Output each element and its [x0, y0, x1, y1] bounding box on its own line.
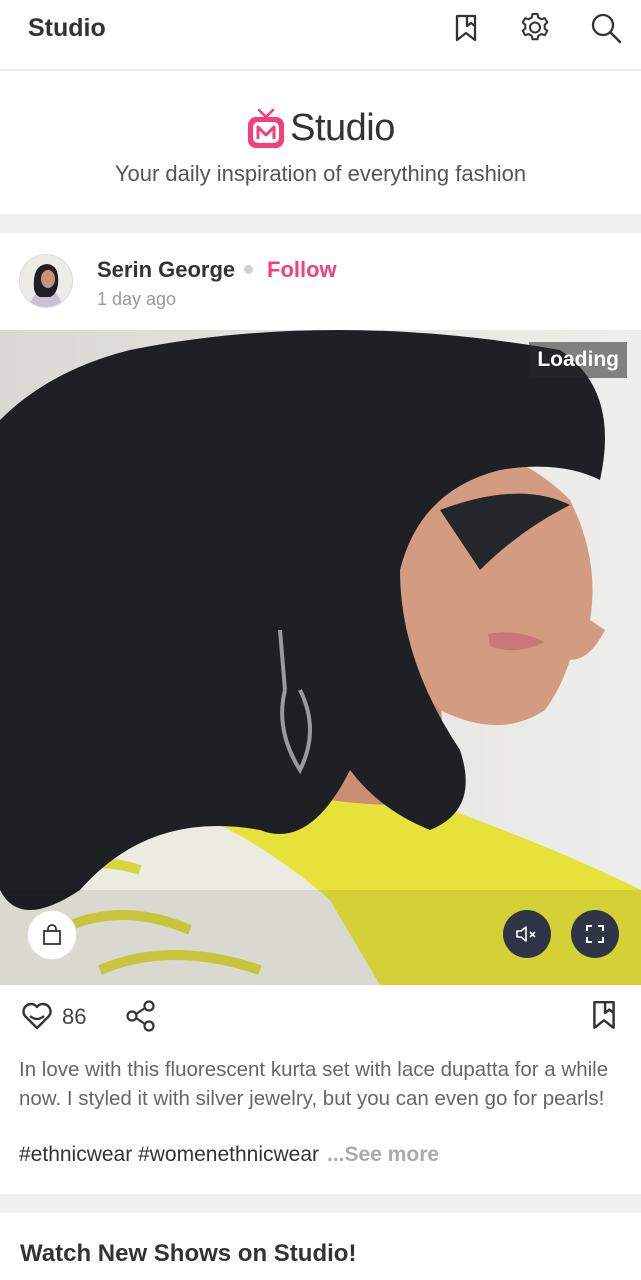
- like-icon[interactable]: [20, 1001, 54, 1036]
- post-caption: In love with this fluorescent kurta set …: [19, 1058, 609, 1110]
- video-frame-image: [0, 330, 641, 985]
- loading-label: Loading: [529, 342, 627, 378]
- post-actions: 86: [0, 985, 641, 1045]
- bookmark-icon[interactable]: [448, 10, 484, 46]
- follow-button[interactable]: Follow: [267, 257, 337, 283]
- share-icon[interactable]: [124, 999, 158, 1038]
- mute-button[interactable]: [503, 910, 551, 958]
- search-icon[interactable]: [588, 10, 624, 46]
- section-divider: [0, 214, 641, 233]
- like-count: 86: [62, 1004, 87, 1029]
- avatar[interactable]: [19, 254, 73, 308]
- video-player[interactable]: Loading: [0, 330, 641, 985]
- post-header: Serin George Follow 1 day ago: [0, 233, 641, 330]
- see-more-link[interactable]: ...See more: [327, 1143, 439, 1166]
- logo-text: Studio: [290, 107, 395, 149]
- shopping-bag-icon: [43, 924, 61, 945]
- post-hashtags: #ethnicwear #womenethnicwear ...See more: [19, 1143, 439, 1167]
- separator-dot: [244, 265, 253, 274]
- studio-logo: Studio: [0, 107, 641, 150]
- section-divider: [0, 1194, 641, 1213]
- studio-brand-header: Studio Your daily inspiration of everyth…: [0, 73, 641, 214]
- app-title: Studio: [28, 14, 106, 42]
- speaker-muted-icon: [516, 926, 536, 942]
- shop-bag-button[interactable]: [27, 910, 77, 960]
- top-app-bar: Studio: [0, 0, 641, 71]
- gear-icon[interactable]: [517, 10, 553, 46]
- fullscreen-icon: [586, 925, 604, 943]
- author-name[interactable]: Serin George: [97, 257, 235, 283]
- save-bookmark-icon[interactable]: [588, 999, 620, 1036]
- post-time: 1 day ago: [97, 289, 177, 309]
- fullscreen-button[interactable]: [571, 910, 619, 958]
- section-title: Watch New Shows on Studio!: [20, 1240, 357, 1267]
- tagline: Your daily inspiration of everything fas…: [114, 161, 527, 186]
- tv-logo-icon: [248, 108, 285, 148]
- hashtags-text[interactable]: #ethnicwear #womenethnicwear: [19, 1143, 319, 1166]
